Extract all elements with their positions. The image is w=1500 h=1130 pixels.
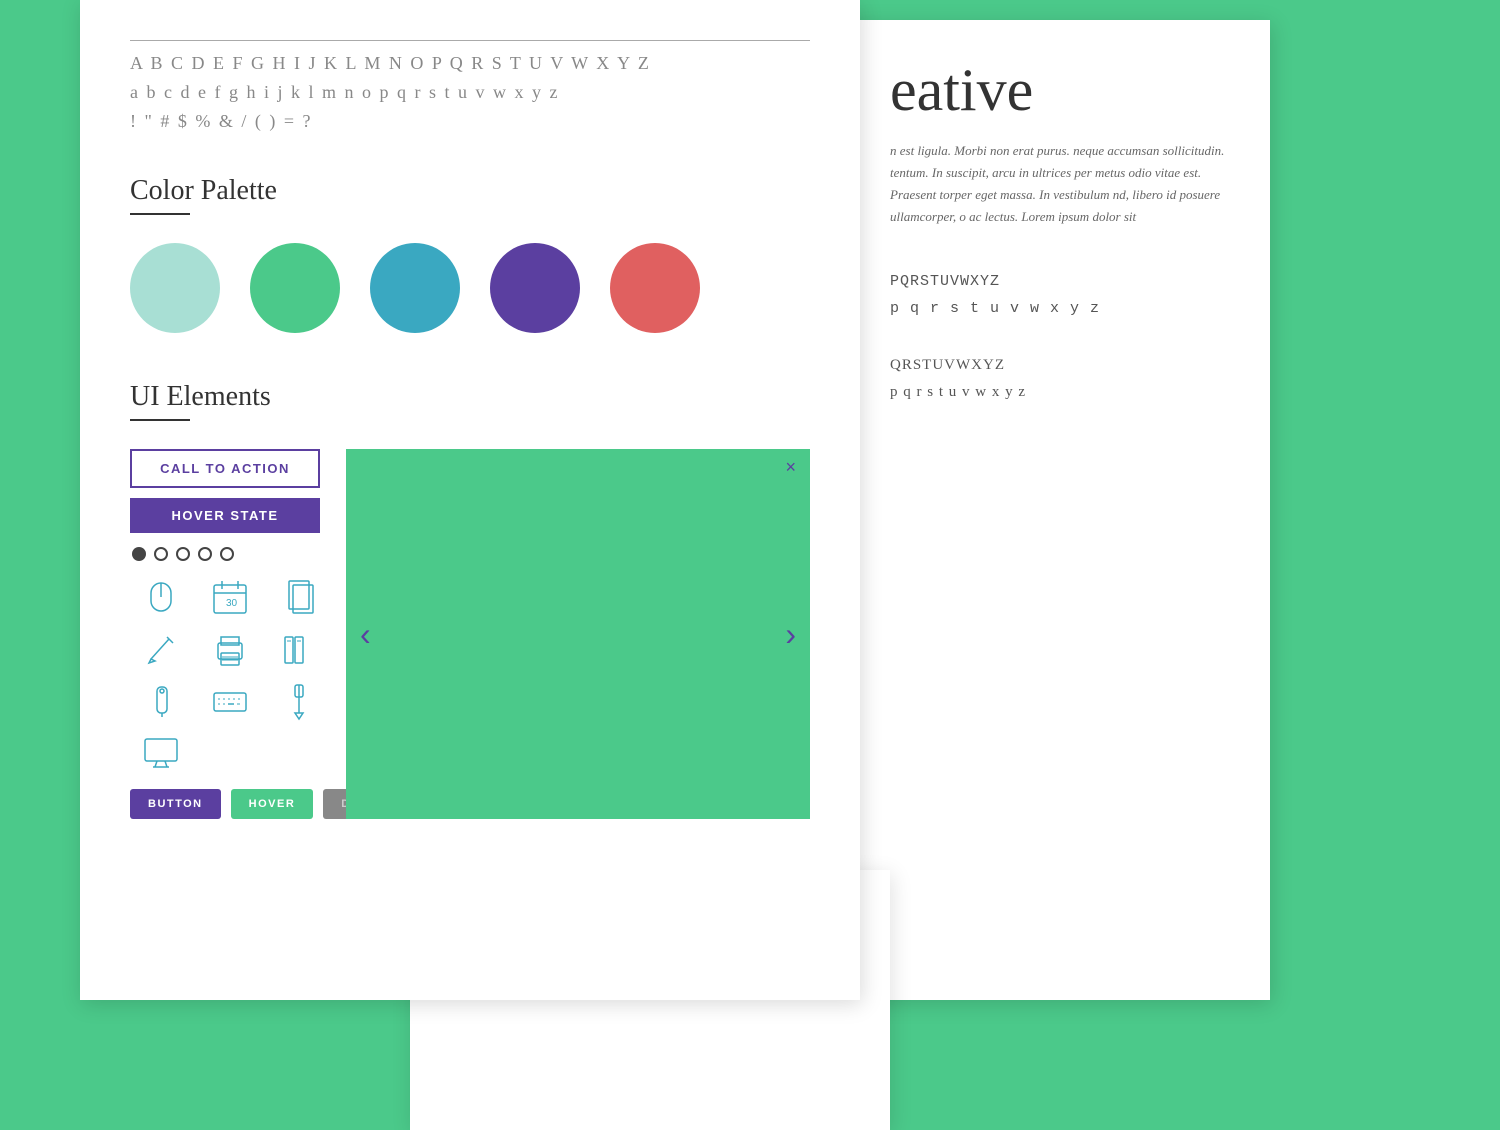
icons-grid: 30 xyxy=(130,575,330,775)
monitor-icon xyxy=(130,731,191,775)
color-teal xyxy=(370,243,460,333)
hover-state-button[interactable]: HOVER STATE xyxy=(130,498,320,533)
carousel-right-arrow[interactable]: › xyxy=(785,616,796,653)
back-alphabet-serif: QRSTUVWXYZ p q r s t u v w x y z xyxy=(890,352,1240,406)
dot-1 xyxy=(132,547,146,561)
color-palette-heading: Color Palette xyxy=(130,175,810,207)
ui-elements-heading: UI Elements xyxy=(130,381,810,413)
button-hover[interactable]: HOVER xyxy=(231,789,314,819)
marker-icon xyxy=(130,679,191,723)
ui-elements-underline xyxy=(130,419,190,421)
books-icon xyxy=(269,627,330,671)
stylus-icon xyxy=(269,679,330,723)
ui-controls-left: CALL TO ACTION HOVER STATE xyxy=(130,449,330,819)
alphabet-section: A B C D E F G H I J K L M N O P Q R S T … xyxy=(130,40,810,135)
carousel-box: × ‹ › xyxy=(346,449,810,819)
pencil-icon xyxy=(130,627,191,671)
carousel-close-icon[interactable]: × xyxy=(785,457,796,478)
notebook-icon xyxy=(269,575,330,619)
back-card-title: eative xyxy=(890,60,1240,120)
button-row: BUTTON HOVER DISABLED ✓ xyxy=(130,789,330,819)
mouse-icon xyxy=(130,575,191,619)
color-mint xyxy=(130,243,220,333)
calendar-icon: 30 xyxy=(199,575,260,619)
back-alphabet-mono-upper: PQRSTUVWXYZ p q r s t u v w x y z xyxy=(890,268,1240,322)
carousel-left-arrow[interactable]: ‹ xyxy=(360,616,371,653)
dots-indicator xyxy=(130,547,330,561)
ui-elements-area: CALL TO ACTION HOVER STATE xyxy=(130,449,810,819)
special-chars: ! " # $ % & / ( ) = ? xyxy=(130,107,810,136)
dot-2[interactable] xyxy=(154,547,168,561)
dot-5[interactable] xyxy=(220,547,234,561)
alphabet-upper: A B C D E F G H I J K L M N O P Q R S T … xyxy=(130,49,810,78)
button-purple[interactable]: BUTTON xyxy=(130,789,221,819)
keyboard-icon xyxy=(199,679,260,723)
color-palette-underline xyxy=(130,213,190,215)
dot-3[interactable] xyxy=(176,547,190,561)
color-palette xyxy=(130,243,810,333)
color-coral xyxy=(610,243,700,333)
printer-icon xyxy=(199,627,260,671)
dot-4[interactable] xyxy=(198,547,212,561)
cta-button[interactable]: CALL TO ACTION xyxy=(130,449,320,488)
alphabet-lower: a b c d e f g h i j k l m n o p q r s t … xyxy=(130,78,810,107)
back-card: eative n est ligula. Morbi non erat puru… xyxy=(850,20,1270,1000)
main-card: A B C D E F G H I J K L M N O P Q R S T … xyxy=(80,0,860,1000)
svg-text:30: 30 xyxy=(226,598,238,609)
color-purple xyxy=(490,243,580,333)
back-card-body: n est ligula. Morbi non erat purus. nequ… xyxy=(890,140,1240,228)
color-green xyxy=(250,243,340,333)
